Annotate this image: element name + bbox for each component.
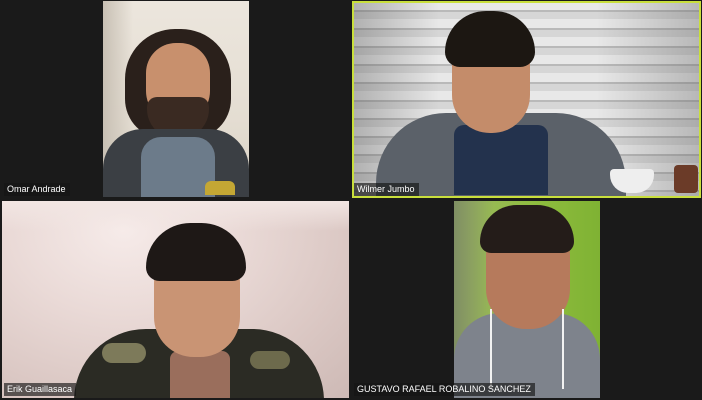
participant-name-label: Wilmer Jumbo bbox=[354, 183, 419, 196]
participant-name-label: Omar Andrade bbox=[4, 183, 70, 196]
participant-name-label: GUSTAVO RAFAEL ROBALINO SANCHEZ bbox=[354, 383, 535, 396]
earbud-cable bbox=[490, 309, 492, 389]
participant-tile-omar[interactable]: Omar Andrade bbox=[2, 1, 349, 198]
participant-video bbox=[2, 201, 349, 398]
earbud-cable bbox=[562, 309, 564, 389]
participant-video bbox=[103, 1, 249, 197]
participant-tile-wilmer[interactable]: Wilmer Jumbo bbox=[352, 1, 701, 198]
video-gallery: Omar Andrade Wilmer Jumbo Erik Guaillasa… bbox=[0, 0, 702, 400]
participant-video bbox=[352, 1, 701, 198]
participant-name-label: Erik Guaillasaca bbox=[4, 383, 77, 396]
participant-tile-gustavo[interactable]: GUSTAVO RAFAEL ROBALINO SANCHEZ bbox=[352, 201, 701, 398]
participant-video bbox=[454, 201, 600, 398]
participant-tile-erik[interactable]: Erik Guaillasaca bbox=[2, 201, 349, 398]
